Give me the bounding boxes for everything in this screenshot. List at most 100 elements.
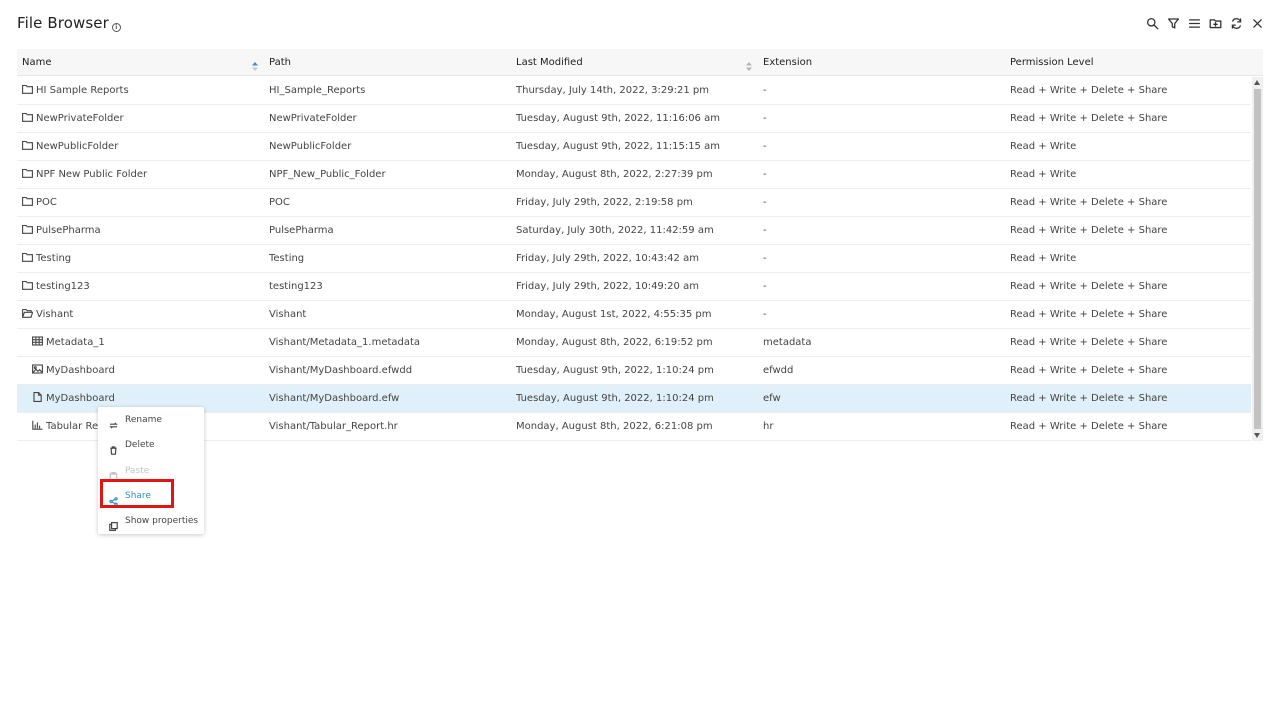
permission-cell: Read + Write + Delete + Share xyxy=(1010,309,1168,320)
document-icon xyxy=(32,386,43,402)
file-name-cell[interactable]: Vishant xyxy=(22,301,262,328)
scroll-down-icon[interactable] xyxy=(1254,433,1260,438)
image-file-icon xyxy=(32,358,43,374)
modified-cell: Friday, July 29th, 2022, 10:49:20 am xyxy=(516,281,699,292)
permission-cell: Read + Write + Delete + Share xyxy=(1010,393,1168,404)
modified-cell: Tuesday, August 9th, 2022, 11:15:15 am xyxy=(516,141,720,152)
table-row[interactable]: Vishant Vishant Monday, August 1st, 2022, … xyxy=(17,301,1251,329)
table-row[interactable]: NewPublicFolder NewPublicFolder Tuesday, A… xyxy=(17,133,1251,161)
file-name-cell[interactable]: Metadata_1 xyxy=(32,329,272,356)
file-name: Testing xyxy=(36,253,72,264)
extension-cell: - xyxy=(763,141,767,152)
table-row[interactable]: NewPrivateFolder NewPrivateFolder Tuesday,… xyxy=(17,105,1251,133)
table-row[interactable]: testing123 testing123 Friday, July 29th, 2… xyxy=(17,273,1251,301)
scroll-up-icon[interactable] xyxy=(1254,80,1260,85)
context-menu-delete[interactable]: Delete xyxy=(98,433,204,458)
permission-cell: Read + Write + Delete + Share xyxy=(1010,281,1168,292)
context-menu-rename[interactable]: Rename xyxy=(98,408,204,433)
column-header-modified[interactable]: Last Modified xyxy=(511,49,583,76)
search-icon[interactable] xyxy=(1145,15,1159,31)
table-row[interactable]: Testing Testing Friday, July 29th, 2022, 1… xyxy=(17,245,1251,273)
file-name-cell[interactable]: PulsePharma xyxy=(22,217,262,244)
path-cell: Vishant/Metadata_1.metadata xyxy=(269,337,421,348)
sort-asc-icon[interactable] xyxy=(251,57,259,71)
folder-icon xyxy=(22,190,33,206)
extension-cell: - xyxy=(763,281,767,292)
table-row[interactable]: POC POC Friday, July 29th, 2022, 2:19:58 p… xyxy=(17,189,1251,217)
file-grid: Name Path Last Modified Extension Permis… xyxy=(17,49,1263,441)
table-header: Name Path Last Modified Extension Permis… xyxy=(17,49,1263,76)
vertical-scrollbar[interactable] xyxy=(1252,77,1263,441)
file-name-cell[interactable]: POC xyxy=(22,189,262,216)
file-name: MyDashboard xyxy=(46,393,115,404)
file-name-cell[interactable]: MyDashboard xyxy=(32,357,272,384)
folder-icon xyxy=(22,274,33,290)
modified-cell: Monday, August 8th, 2022, 6:21:08 pm xyxy=(516,421,713,432)
modified-cell: Thursday, July 14th, 2022, 3:29:21 pm xyxy=(516,85,709,96)
file-name-cell[interactable]: testing123 xyxy=(22,273,262,300)
sort-neutral-icon[interactable] xyxy=(745,57,753,71)
permission-cell: Read + Write xyxy=(1010,253,1077,264)
extension-cell: efw xyxy=(763,393,781,404)
path-cell: PulsePharma xyxy=(269,225,334,236)
column-header-path[interactable]: Path xyxy=(264,49,291,76)
context-menu-label: Paste xyxy=(125,465,150,476)
table-row[interactable]: HI Sample Reports HI_Sample_Reports Thursd… xyxy=(17,77,1251,105)
path-cell: NPF_New_Public_Folder xyxy=(269,169,386,180)
file-name: Vishant xyxy=(36,309,74,320)
extension-cell: hr xyxy=(763,421,774,432)
file-name: testing123 xyxy=(36,281,90,292)
table-grid-icon xyxy=(32,330,43,346)
column-header-name[interactable]: Name xyxy=(17,49,52,76)
path-cell: testing123 xyxy=(269,281,323,292)
context-menu: Rename Delete Paste Share Show properties xyxy=(98,407,204,534)
file-name-cell[interactable]: NewPublicFolder xyxy=(22,133,262,160)
permission-cell: Read + Write + Delete + Share xyxy=(1010,225,1168,236)
modified-cell: Monday, August 8th, 2022, 2:27:39 pm xyxy=(516,169,713,180)
info-icon[interactable]: i xyxy=(111,23,121,32)
table-row[interactable]: PulsePharma PulsePharma Saturday, July 30t… xyxy=(17,217,1251,245)
context-menu-show-properties[interactable]: Show properties xyxy=(98,509,204,534)
permission-cell: Read + Write xyxy=(1010,141,1077,152)
path-cell: Testing xyxy=(269,253,305,264)
bar-chart-icon xyxy=(32,414,43,430)
file-name: MyDashboard xyxy=(46,365,115,376)
table-row[interactable]: Metadata_1 Vishant/Metadata_1.metadata Mon… xyxy=(17,329,1251,357)
path-cell: Vishant/MyDashboard.efw xyxy=(269,393,400,404)
path-cell: Vishant/MyDashboard.efwdd xyxy=(269,365,413,376)
modified-cell: Tuesday, August 9th, 2022, 11:16:06 am xyxy=(516,113,720,124)
properties-icon xyxy=(109,517,118,532)
permission-cell: Read + Write + Delete + Share xyxy=(1010,197,1168,208)
file-name-cell[interactable]: HI Sample Reports xyxy=(22,77,262,104)
modified-cell: Tuesday, August 9th, 2022, 1:10:24 pm xyxy=(516,365,714,376)
file-name: NewPublicFolder xyxy=(36,141,119,152)
page-title: File Browser i xyxy=(17,14,121,32)
new-folder-icon[interactable] xyxy=(1208,15,1222,31)
scroll-thumb[interactable] xyxy=(1254,89,1261,429)
path-cell: NewPublicFolder xyxy=(269,141,352,152)
modified-cell: Monday, August 8th, 2022, 6:19:52 pm xyxy=(516,337,713,348)
extension-cell: - xyxy=(763,169,767,180)
table-row[interactable]: NPF New Public Folder NPF_New_Public_Fold… xyxy=(17,161,1251,189)
extension-cell: - xyxy=(763,197,767,208)
folder-icon xyxy=(22,78,33,94)
table-row[interactable]: MyDashboard Vishant/MyDashboard.efwdd Tues… xyxy=(17,357,1251,385)
folder-icon xyxy=(22,134,33,150)
permission-cell: Read + Write + Delete + Share xyxy=(1010,337,1168,348)
folder-icon xyxy=(22,246,33,262)
path-cell: NewPrivateFolder xyxy=(269,113,357,124)
permission-cell: Read + Write + Delete + Share xyxy=(1010,113,1168,124)
context-menu-label: Show properties xyxy=(125,516,199,527)
extension-cell: - xyxy=(763,85,767,96)
close-icon[interactable] xyxy=(1250,15,1264,31)
refresh-icon[interactable] xyxy=(1229,15,1243,31)
column-header-extension[interactable]: Extension xyxy=(758,49,812,76)
list-menu-icon[interactable] xyxy=(1187,15,1201,31)
extension-cell: - xyxy=(763,253,767,264)
file-name-cell[interactable]: NPF New Public Folder xyxy=(22,161,262,188)
column-header-permission[interactable]: Permission Level xyxy=(1005,49,1094,76)
filter-icon[interactable] xyxy=(1166,15,1180,31)
file-name-cell[interactable]: NewPrivateFolder xyxy=(22,105,262,132)
extension-cell: - xyxy=(763,113,767,124)
file-name-cell[interactable]: Testing xyxy=(22,245,262,272)
